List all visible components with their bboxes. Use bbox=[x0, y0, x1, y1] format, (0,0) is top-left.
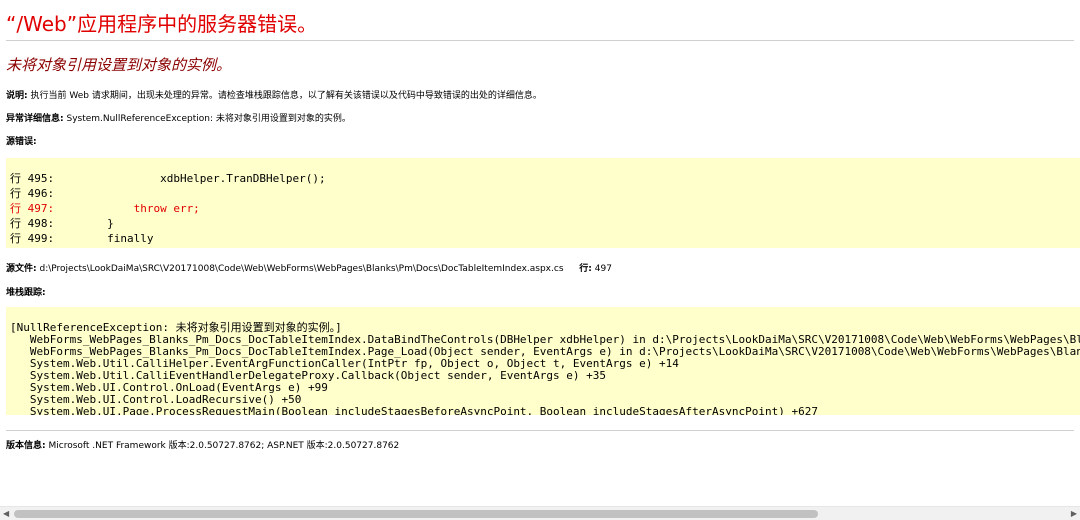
horizontal-scrollbar[interactable]: ◀ ▶ bbox=[0, 506, 1080, 520]
source-line-label: 行: bbox=[579, 264, 592, 274]
version-info-label: 版本信息: bbox=[6, 441, 46, 451]
exception-details-text: System.NullReferenceException: 未将对象引用设置到… bbox=[66, 114, 351, 124]
description-label: 说明: bbox=[6, 91, 28, 101]
scroll-left-arrow-icon[interactable]: ◀ bbox=[3, 509, 9, 518]
title-divider bbox=[6, 40, 1074, 41]
scrollbar-thumb[interactable] bbox=[14, 510, 818, 518]
source-file-label: 源文件: bbox=[6, 264, 37, 274]
exception-details-label: 异常详细信息: bbox=[6, 114, 64, 124]
description-line: 说明: 执行当前 Web 请求期间，出现未处理的异常。请检查堆栈跟踪信息，以了解… bbox=[6, 88, 542, 101]
stack-trace-heading: 堆栈跟踪: bbox=[6, 285, 46, 298]
stack-line: System.Web.UI.Page.ProcessRequestMain(Bo… bbox=[10, 405, 818, 415]
code-line: 行 498: } bbox=[10, 217, 114, 230]
source-file-path: d:\Projects\LookDaiMa\SRC\V20171008\Code… bbox=[39, 264, 564, 274]
code-line: 行 495: xdbHelper.TranDBHelper(); bbox=[10, 172, 326, 185]
code-line: 行 496: bbox=[10, 187, 55, 200]
version-divider bbox=[6, 430, 1074, 431]
version-info-text: Microsoft .NET Framework 版本:2.0.50727.87… bbox=[48, 441, 400, 451]
stack-trace-label: 堆栈跟踪: bbox=[6, 288, 46, 298]
scroll-right-arrow-icon[interactable]: ▶ bbox=[1071, 509, 1077, 518]
source-file-line: 源文件: d:\Projects\LookDaiMa\SRC\V20171008… bbox=[6, 261, 612, 274]
source-error-label: 源错误: bbox=[6, 137, 37, 147]
stack-trace-box: [NullReferenceException: 未将对象引用设置到对象的实例。… bbox=[6, 307, 1080, 415]
error-subtitle: 未将对象引用设置到对象的实例。 bbox=[6, 56, 232, 74]
code-line: 行 499: finally bbox=[10, 232, 154, 245]
page-title: “/Web”应用程序中的服务器错误。 bbox=[6, 12, 318, 36]
error-page: “/Web”应用程序中的服务器错误。 未将对象引用设置到对象的实例。 说明: 执… bbox=[0, 0, 1080, 520]
description-text: 执行当前 Web 请求期间，出现未处理的异常。请检查堆栈跟踪信息，以了解有关该错… bbox=[30, 91, 542, 101]
exception-details-line: 异常详细信息: System.NullReferenceException: 未… bbox=[6, 111, 351, 124]
code-line-error: 行 497: throw err; bbox=[10, 202, 200, 215]
source-line-value: 497 bbox=[594, 264, 612, 274]
source-code-box: 行 495: xdbHelper.TranDBHelper(); 行 496: … bbox=[6, 158, 1080, 248]
version-info-line: 版本信息: Microsoft .NET Framework 版本:2.0.50… bbox=[6, 438, 399, 451]
source-error-heading: 源错误: bbox=[6, 134, 37, 147]
